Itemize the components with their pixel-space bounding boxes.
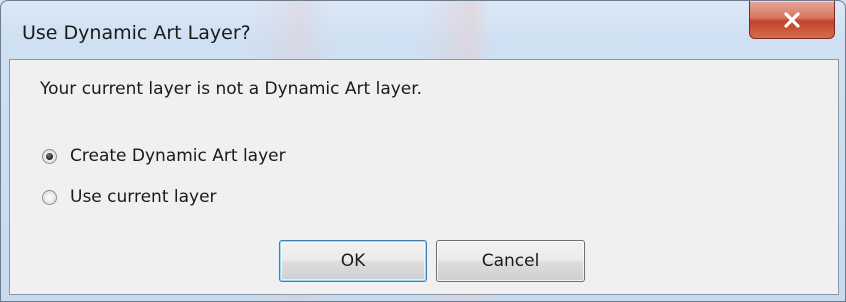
close-button[interactable] [749, 1, 835, 39]
dialog-body: Your current layer is not a Dynamic Art … [9, 59, 839, 295]
title-bar[interactable]: Use Dynamic Art Layer? [1, 1, 845, 59]
option-use-current-layer[interactable]: Use current layer [42, 187, 217, 207]
ok-button[interactable]: OK [279, 240, 427, 282]
option-label[interactable]: Create Dynamic Art layer [70, 146, 286, 166]
dialog-window: Use Dynamic Art Layer? Your current laye… [0, 0, 846, 302]
close-x-icon [783, 11, 801, 28]
message-text: Your current layer is not a Dynamic Art … [40, 79, 423, 99]
option-create-dynamic-art-layer[interactable]: Create Dynamic Art layer [42, 146, 286, 166]
radio-button[interactable] [42, 189, 57, 205]
window-title: Use Dynamic Art Layer? [22, 22, 251, 44]
radio-button-selected[interactable] [42, 148, 57, 164]
cancel-button[interactable]: Cancel [436, 240, 585, 282]
radio-dot-icon [46, 152, 53, 160]
option-label[interactable]: Use current layer [70, 187, 217, 207]
